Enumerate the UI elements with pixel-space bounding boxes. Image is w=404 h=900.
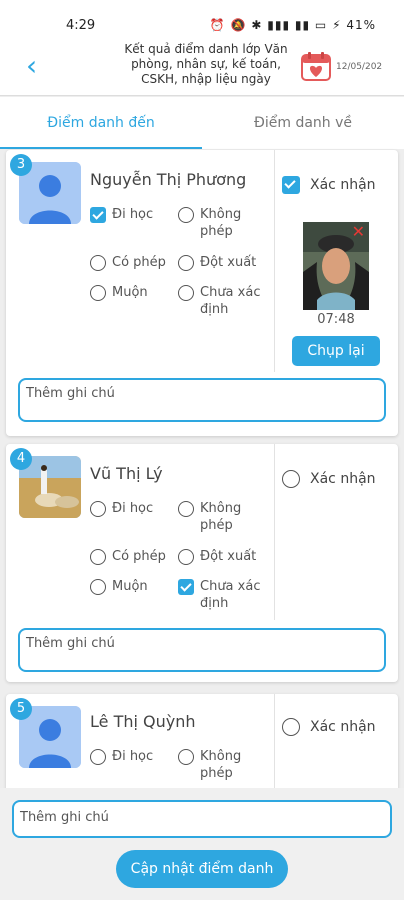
option-present[interactable]: Đi học xyxy=(90,206,153,223)
update-attendance-button[interactable]: Cập nhật điểm danh xyxy=(116,850,288,888)
student-index-badge: 3 xyxy=(10,154,32,176)
option-late[interactable]: Muộn xyxy=(90,578,148,595)
checkbox[interactable] xyxy=(90,749,106,765)
tab-arrival[interactable]: Điểm danh đến xyxy=(0,97,202,149)
student-card: 4 Vũ Thị Lý Đi học Không phép Có phép Độ… xyxy=(6,444,398,682)
option-unexcused[interactable]: Không phép xyxy=(178,500,252,534)
checkbox[interactable] xyxy=(178,549,194,565)
student-card: 3 Nguyễn Thị Phương Đi học Không phép Có… xyxy=(6,150,398,436)
retake-photo-button[interactable]: Chụp lại xyxy=(292,336,380,366)
confirm-label: Xác nhận xyxy=(310,471,376,487)
status-icons: ⏰ 🔕 ✱ ▮▮▮ ▮▮ ▭ ⚡ 41% xyxy=(210,18,376,32)
option-label: Đột xuất xyxy=(200,255,257,270)
option-label: Đi học xyxy=(112,749,154,764)
card-divider xyxy=(274,444,275,620)
checkbox[interactable] xyxy=(90,549,106,565)
back-icon[interactable]: ‹ xyxy=(26,52,50,80)
checkbox[interactable] xyxy=(282,470,300,488)
confirm-toggle[interactable]: Xác nhận xyxy=(282,470,376,488)
checkbox-checked[interactable] xyxy=(178,579,194,595)
option-late[interactable]: Muộn xyxy=(90,284,148,301)
status-icons-glyphs: ⏰ 🔕 ✱ ▮▮▮ ▮▮ ▭ ⚡ xyxy=(209,18,342,32)
option-label: Đi học xyxy=(112,501,154,516)
note-input[interactable]: Thêm ghi chú xyxy=(18,628,386,672)
confirm-label: Xác nhận xyxy=(310,719,376,735)
confirm-label: Xác nhận xyxy=(310,177,376,193)
option-present[interactable]: Đi học xyxy=(90,500,153,517)
battery-level: 41% xyxy=(346,18,376,32)
checkbox[interactable] xyxy=(178,501,194,517)
option-label: Chưa xác định xyxy=(200,579,261,611)
student-index-badge: 5 xyxy=(10,698,32,720)
student-index-badge: 4 xyxy=(10,448,32,470)
status-bar: 4:29 ⏰ 🔕 ✱ ▮▮▮ ▮▮ ▭ ⚡ 41% xyxy=(0,0,404,40)
confirm-toggle[interactable]: Xác nhận xyxy=(282,176,376,194)
option-label: Có phép xyxy=(112,549,166,564)
checkbox[interactable] xyxy=(282,718,300,736)
option-label: Đi học xyxy=(112,207,154,222)
app-header: ‹ Kết quả điểm danh lớp Văn phòng, nhân … xyxy=(0,40,404,96)
option-excused[interactable]: Có phép xyxy=(90,548,166,565)
option-undetermined[interactable]: Chưa xác định xyxy=(178,578,268,612)
delete-photo-icon[interactable]: ✕ xyxy=(352,222,365,241)
bottom-panel: Thêm ghi chú Cập nhật điểm danh xyxy=(0,788,404,900)
note-input[interactable]: Thêm ghi chú xyxy=(18,378,386,422)
option-label: Muộn xyxy=(112,579,148,594)
student-name: Vũ Thị Lý xyxy=(90,464,163,483)
option-label: Có phép xyxy=(112,255,166,270)
photo-time: 07:48 xyxy=(317,312,355,327)
checkbox[interactable] xyxy=(178,207,194,223)
option-label: Không phép xyxy=(200,749,242,781)
checkbox[interactable] xyxy=(178,255,194,271)
calendar-icon[interactable] xyxy=(300,50,332,82)
option-unexcused[interactable]: Không phép xyxy=(178,206,252,240)
checkbox[interactable] xyxy=(90,501,106,517)
option-label: Muộn xyxy=(112,285,148,300)
page-title: Kết quả điểm danh lớp Văn phòng, nhân sự… xyxy=(124,42,288,86)
student-name: Lê Thị Quỳnh xyxy=(90,712,196,731)
attendance-photo[interactable]: ✕ xyxy=(303,222,369,310)
option-undetermined[interactable]: Chưa xác định xyxy=(178,284,268,318)
checkbox[interactable] xyxy=(90,285,106,301)
status-time: 4:29 xyxy=(66,18,96,33)
student-name: Nguyễn Thị Phương xyxy=(90,170,247,189)
attendance-tabs: Điểm danh đến Điểm danh về xyxy=(0,97,404,149)
option-sudden[interactable]: Đột xuất xyxy=(178,548,256,565)
checkbox-checked[interactable] xyxy=(282,176,300,194)
option-label: Chưa xác định xyxy=(200,285,261,317)
general-note-input[interactable]: Thêm ghi chú xyxy=(12,800,392,838)
option-excused[interactable]: Có phép xyxy=(90,254,166,271)
option-sudden[interactable]: Đột xuất xyxy=(178,254,256,271)
checkbox[interactable] xyxy=(178,285,194,301)
option-label: Đột xuất xyxy=(200,549,257,564)
checkbox-checked[interactable] xyxy=(90,207,106,223)
option-label: Không phép xyxy=(200,501,242,533)
confirm-toggle[interactable]: Xác nhận xyxy=(282,718,376,736)
option-label: Không phép xyxy=(200,207,242,239)
checkbox[interactable] xyxy=(90,579,106,595)
tab-departure[interactable]: Điểm danh về xyxy=(202,97,404,149)
checkbox[interactable] xyxy=(178,749,194,765)
checkbox[interactable] xyxy=(90,255,106,271)
option-present[interactable]: Đi học xyxy=(90,748,153,765)
card-divider xyxy=(274,150,275,372)
option-unexcused[interactable]: Không phép xyxy=(178,748,252,782)
header-date: 12/05/202 xyxy=(336,62,383,72)
